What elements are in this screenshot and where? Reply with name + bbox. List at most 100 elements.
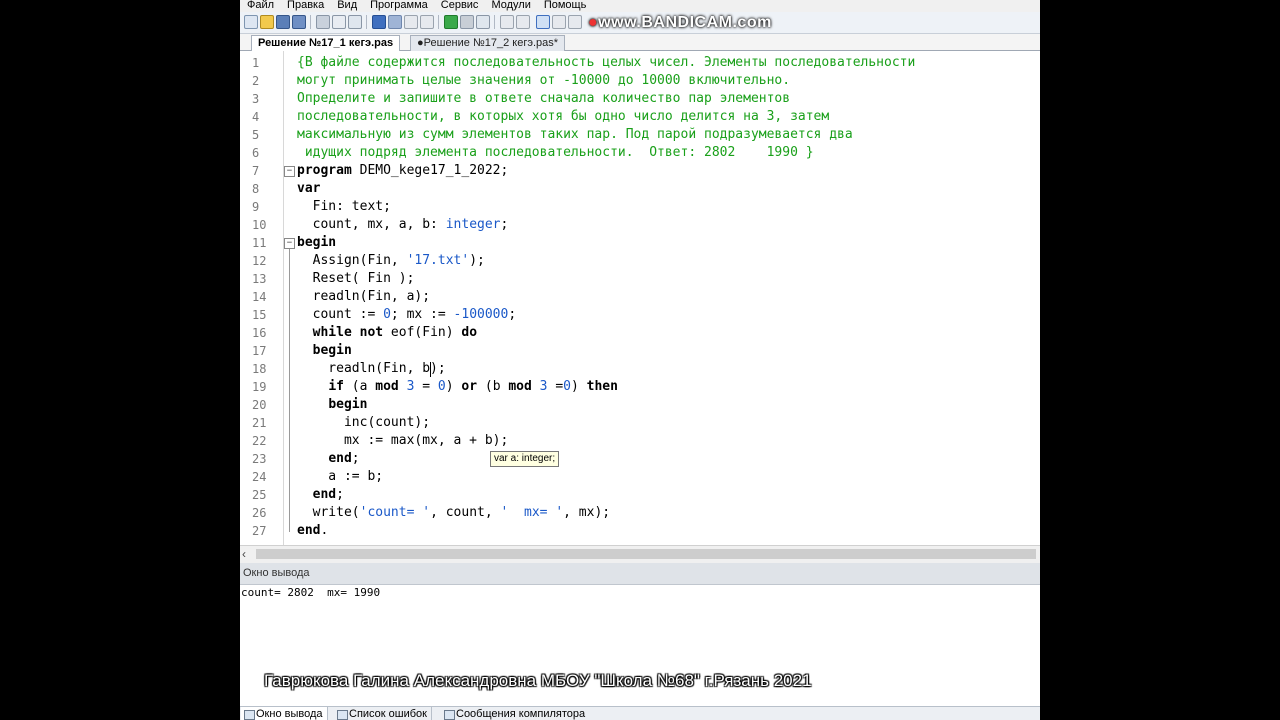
- code-line[interactable]: mx := max(mx, a + b);: [297, 432, 508, 450]
- output-panel-header: Окно вывода: [240, 563, 1040, 585]
- new-file-icon[interactable]: [244, 15, 258, 29]
- open-folder-icon[interactable]: [260, 15, 274, 29]
- menu-edit[interactable]: Правка: [287, 0, 324, 11]
- code-line[interactable]: последовательности, в которых хотя бы од…: [297, 108, 829, 126]
- settings-icon[interactable]: [568, 15, 582, 29]
- code-line[interactable]: {В файле содержится последовательность ц…: [297, 54, 915, 72]
- fold-toggle-icon[interactable]: −: [284, 166, 295, 177]
- tab-solution-17-2[interactable]: ●Решение №17_2 кегэ.pas*: [410, 35, 566, 51]
- code-line[interactable]: Reset( Fin );: [297, 270, 415, 288]
- scrollbar-thumb[interactable]: [256, 549, 1036, 559]
- fold-guide: [289, 249, 290, 532]
- undo-icon[interactable]: [372, 15, 386, 29]
- fold-toggle-icon[interactable]: −: [284, 238, 295, 249]
- line-number: 1: [252, 56, 260, 70]
- step-into-icon[interactable]: [500, 15, 514, 29]
- line-number: 22: [252, 434, 267, 448]
- compiler-messages-icon: [444, 710, 455, 720]
- menu-service[interactable]: Сервис: [441, 0, 479, 11]
- menu-bar: Файл Правка Вид Программа Сервис Модули Помощь: [240, 0, 1040, 12]
- run-icon[interactable]: [444, 15, 458, 29]
- save-all-icon[interactable]: [292, 15, 306, 29]
- line-number-gutter: 1 2 3 4 5 6 7 8 9 10 11 12 13 14 15 16 17 18 19 20 21 22 23 24 2…: [240, 51, 282, 545]
- code-area[interactable]: {В файле содержится последовательность ц…: [297, 51, 1040, 545]
- line-number: 7: [252, 164, 260, 178]
- code-line[interactable]: begin: [297, 396, 367, 414]
- line-number: 4: [252, 110, 260, 124]
- text-cursor: [430, 362, 432, 377]
- code-line[interactable]: максимальную из сумм элементов таких пар…: [297, 126, 853, 144]
- tab-compiler-messages[interactable]: Сообщения компилятора: [441, 707, 589, 720]
- line-number: 19: [252, 380, 267, 394]
- toggle-output-icon[interactable]: [536, 15, 550, 29]
- find-icon[interactable]: [404, 15, 418, 29]
- save-icon[interactable]: [276, 15, 290, 29]
- menu-file[interactable]: Файл: [247, 0, 274, 11]
- menu-program[interactable]: Программа: [370, 0, 428, 11]
- replace-icon[interactable]: [420, 15, 434, 29]
- code-line[interactable]: end;: [297, 450, 359, 468]
- line-number: 27: [252, 524, 267, 538]
- code-line[interactable]: inc(count);: [297, 414, 430, 432]
- code-editor[interactable]: 1 2 3 4 5 6 7 8 9 10 11 12 13 14 15 16 17 18 19 20 21 22 23 24 2…: [240, 51, 1040, 545]
- code-line[interactable]: begin: [297, 234, 336, 252]
- code-line[interactable]: if (a mod 3 = 0) or (b mod 3 =0) then: [297, 378, 618, 396]
- hover-tooltip: var a: integer;: [490, 451, 560, 467]
- ide-window: Файл Правка Вид Программа Сервис Модули Помощь…: [240, 0, 1040, 720]
- code-line[interactable]: Assign(Fin, '17.txt');: [297, 252, 485, 270]
- code-line[interactable]: write('count= ', count, ' mx= ', mx);: [297, 504, 610, 522]
- line-number: 2: [252, 74, 260, 88]
- line-number: 9: [252, 200, 260, 214]
- line-number: 11: [252, 236, 267, 250]
- code-line[interactable]: end;: [297, 486, 344, 504]
- copy-icon[interactable]: [332, 15, 346, 29]
- video-caption: Гаврюкова Галина Александровна МБОУ "Шко…: [264, 671, 812, 690]
- line-number: 13: [252, 272, 267, 286]
- line-number: 5: [252, 128, 260, 142]
- format-code-icon[interactable]: [552, 15, 566, 29]
- line-number: 10: [252, 218, 267, 232]
- line-number: 16: [252, 326, 267, 340]
- compile-icon[interactable]: [476, 15, 490, 29]
- step-over-icon[interactable]: [516, 15, 530, 29]
- code-line[interactable]: program DEMO_kege17_1_2022;: [297, 162, 508, 180]
- code-line[interactable]: a := b;: [297, 468, 383, 486]
- line-number: 23: [252, 452, 267, 466]
- line-number: 24: [252, 470, 267, 484]
- code-line[interactable]: begin: [297, 342, 352, 360]
- stop-icon[interactable]: [460, 15, 474, 29]
- code-line[interactable]: while not eof(Fin) do: [297, 324, 477, 342]
- line-number: 12: [252, 254, 267, 268]
- record-dot-icon: ●: [588, 14, 599, 31]
- tab-error-list[interactable]: Список ошибок: [334, 707, 432, 720]
- code-line[interactable]: var: [297, 180, 320, 198]
- line-number: 3: [252, 92, 260, 106]
- cut-icon[interactable]: [316, 15, 330, 29]
- line-number: 21: [252, 416, 267, 430]
- redo-icon[interactable]: [388, 15, 402, 29]
- line-number: 15: [252, 308, 267, 322]
- code-line[interactable]: могут принимать целые значения от -10000…: [297, 72, 790, 90]
- code-line[interactable]: end.: [297, 522, 328, 540]
- code-line[interactable]: count := 0; mx := -100000;: [297, 306, 517, 324]
- code-line[interactable]: readln(Fin, a);: [297, 288, 430, 306]
- code-line[interactable]: count, mx, a, b: integer;: [297, 216, 509, 234]
- toolbar: ●www.BANDICAM.com: [240, 12, 1040, 34]
- code-line[interactable]: readln(Fin, b);: [297, 360, 445, 378]
- bandicam-watermark: ●www.BANDICAM.com: [588, 14, 772, 31]
- output-panel-title: Окно вывода: [243, 567, 310, 579]
- line-number: 26: [252, 506, 267, 520]
- scroll-left-icon[interactable]: ‹: [242, 547, 246, 561]
- code-line[interactable]: идущих подряд элемента последовательност…: [297, 144, 814, 162]
- tab-solution-17-1[interactable]: Решение №17_1 кегэ.pas: [251, 35, 401, 51]
- code-line[interactable]: Fin: text;: [297, 198, 391, 216]
- horizontal-scrollbar[interactable]: ‹: [240, 545, 1040, 563]
- menu-help[interactable]: Помощь: [544, 0, 587, 11]
- tab-output-window[interactable]: Окно вывода: [241, 707, 328, 720]
- menu-view[interactable]: Вид: [337, 0, 357, 11]
- code-line[interactable]: Определите и запишите в ответе сначала к…: [297, 90, 790, 108]
- error-list-icon: [337, 710, 348, 720]
- menu-modules[interactable]: Модули: [491, 0, 530, 11]
- line-number: 18: [252, 362, 267, 376]
- paste-icon[interactable]: [348, 15, 362, 29]
